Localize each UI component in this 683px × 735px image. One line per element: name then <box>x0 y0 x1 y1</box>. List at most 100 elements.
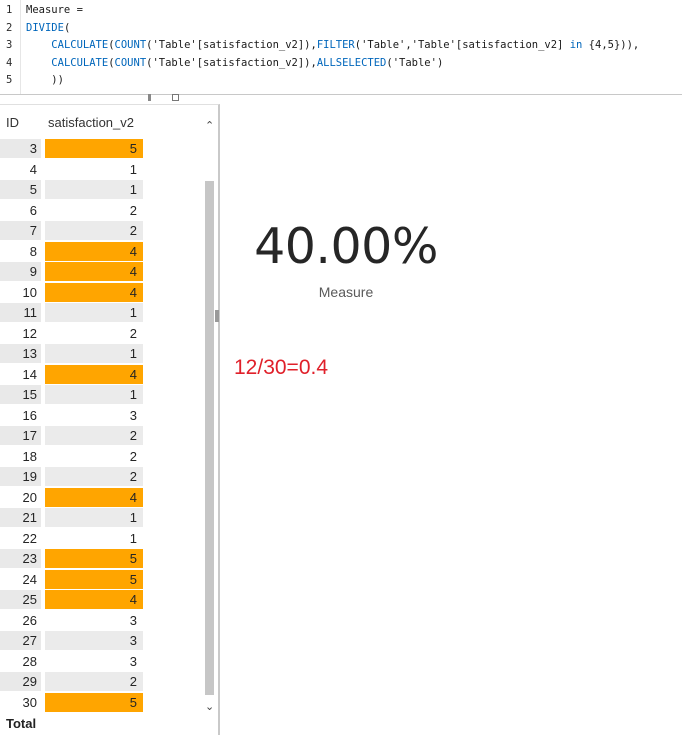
chevron-up-icon[interactable]: ⌃ <box>205 119 214 132</box>
cell-id: 26 <box>0 610 41 630</box>
table-row[interactable]: 17 2 <box>0 426 143 447</box>
table-row[interactable]: 13 1 <box>0 344 143 365</box>
table-row[interactable]: 19 2 <box>0 467 143 488</box>
cell-id: 12 <box>0 323 41 343</box>
code-token: ('Table'[satisfaction_v2]), <box>146 56 317 69</box>
cell-id: 14 <box>0 364 41 384</box>
code-token: {4,5})), <box>582 39 640 51</box>
table-row[interactable]: 11 1 <box>0 303 143 324</box>
table-row[interactable]: 23 5 <box>0 549 143 570</box>
table-row[interactable]: 10 4 <box>0 282 143 304</box>
cell-id: 17 <box>0 426 41 445</box>
code-line[interactable]: 2 DIVIDE( <box>0 20 70 37</box>
cell-satisfaction-highlighted: 4 <box>45 241 143 261</box>
column-header-id[interactable]: ID <box>6 115 19 130</box>
line-number: 1 <box>6 4 13 16</box>
dax-keyword: CALCULATE <box>51 39 109 51</box>
cell-satisfaction: 1 <box>45 508 143 527</box>
cell-id: 9 <box>0 262 41 281</box>
cell-id: 4 <box>0 159 41 179</box>
table-row[interactable]: 35 <box>0 139 143 160</box>
table-row[interactable]: 16 3 <box>0 405 143 427</box>
cell-satisfaction-highlighted: 4 <box>45 590 143 609</box>
cell-satisfaction: 2 <box>45 200 143 220</box>
table-row[interactable]: 20 4 <box>0 487 143 509</box>
cell-id: 10 <box>0 282 41 302</box>
cell-id: 8 <box>0 241 41 261</box>
total-row-label: Total <box>6 716 37 731</box>
line-number: 5 <box>6 74 13 86</box>
table-row[interactable]: 51 <box>0 180 143 201</box>
table-row[interactable]: 72 <box>0 221 143 242</box>
cell-satisfaction-highlighted: 5 <box>45 139 143 158</box>
dax-keyword: COUNT <box>114 39 147 51</box>
card-value: 40.00% <box>254 218 438 275</box>
table-row[interactable]: 41 <box>0 159 143 181</box>
table-row[interactable]: 30 5 <box>0 692 143 714</box>
code-line[interactable]: 1 Measure = <box>0 2 83 19</box>
cell-id: 11 <box>0 303 41 322</box>
table-row[interactable]: 62 <box>0 200 143 222</box>
column-header-satisfaction[interactable]: satisfaction_v2 <box>48 115 134 130</box>
cell-id: 16 <box>0 405 41 425</box>
cell-satisfaction: 3 <box>45 651 143 671</box>
table-row[interactable]: 25 4 <box>0 590 143 611</box>
cell-id: 23 <box>0 549 41 568</box>
table-row[interactable]: 21 1 <box>0 508 143 529</box>
table-row[interactable]: 29 2 <box>0 672 143 693</box>
cell-id: 28 <box>0 651 41 671</box>
cell-id: 13 <box>0 344 41 363</box>
line-number: 4 <box>6 56 13 69</box>
dax-keyword: in <box>569 39 583 51</box>
table-row[interactable]: 15 1 <box>0 385 143 406</box>
table-row[interactable]: 84 <box>0 241 143 263</box>
dax-keyword: FILTER <box>316 39 355 51</box>
table-row[interactable]: 27 3 <box>0 631 143 652</box>
cell-id: 29 <box>0 672 41 691</box>
code-token: Measure = <box>26 4 83 16</box>
table-header: ID satisfaction_v2 <box>0 111 200 135</box>
focus-mode-icon[interactable] <box>172 94 179 101</box>
table-row[interactable]: 14 4 <box>0 364 143 386</box>
table-row[interactable]: 28 3 <box>0 651 143 673</box>
cell-id: 5 <box>0 180 41 199</box>
code-token: )) <box>26 74 64 86</box>
code-line[interactable]: 5 )) <box>0 72 64 89</box>
table-row[interactable]: 18 2 <box>0 446 143 468</box>
scrollbar-thumb[interactable] <box>205 181 214 695</box>
table-row[interactable]: 94 <box>0 262 143 283</box>
line-number: 2 <box>6 21 13 34</box>
vertical-scrollbar[interactable]: ⌃ ⌄ <box>203 105 216 735</box>
table-row[interactable]: 12 2 <box>0 323 143 345</box>
dax-keyword: COUNT <box>114 56 147 69</box>
cell-satisfaction-highlighted: 5 <box>45 549 143 568</box>
cell-satisfaction-highlighted: 4 <box>45 364 143 384</box>
visual-resize-grip[interactable] <box>215 310 219 322</box>
cell-satisfaction: 1 <box>45 159 143 179</box>
code-token: ( <box>63 21 71 34</box>
cell-id: 30 <box>0 692 41 712</box>
chevron-down-icon[interactable]: ⌄ <box>205 700 214 713</box>
annotation-text: 12/30=0.4 <box>234 356 329 379</box>
cell-satisfaction: 2 <box>45 672 143 691</box>
dax-formula-editor[interactable]: 1 Measure = 2 DIVIDE(3 CALCULATE(COUNT('Tab… <box>0 0 682 95</box>
table-row[interactable]: 22 1 <box>0 528 143 550</box>
cell-id: 7 <box>0 221 41 240</box>
cell-satisfaction: 3 <box>45 610 143 630</box>
code-line[interactable]: 4 CALCULATE(COUNT('Table'[satisfaction_v… <box>0 55 443 72</box>
resize-handle[interactable] <box>148 94 151 101</box>
table-row[interactable]: 26 3 <box>0 610 143 632</box>
cell-satisfaction: 2 <box>45 221 143 240</box>
dax-keyword: CALCULATE <box>51 56 109 69</box>
code-token: ('Table','Table'[satisfaction_v2] <box>354 39 570 51</box>
cell-satisfaction: 2 <box>45 467 143 486</box>
cell-id: 6 <box>0 200 41 220</box>
line-number: 3 <box>6 39 13 51</box>
code-line[interactable]: 3 CALCULATE(COUNT('Table'[satisfaction_v… <box>0 37 639 54</box>
cell-id: 19 <box>0 467 41 486</box>
cell-satisfaction: 3 <box>45 631 143 650</box>
cell-satisfaction: 1 <box>45 180 143 199</box>
table-row[interactable]: 24 5 <box>0 569 143 591</box>
